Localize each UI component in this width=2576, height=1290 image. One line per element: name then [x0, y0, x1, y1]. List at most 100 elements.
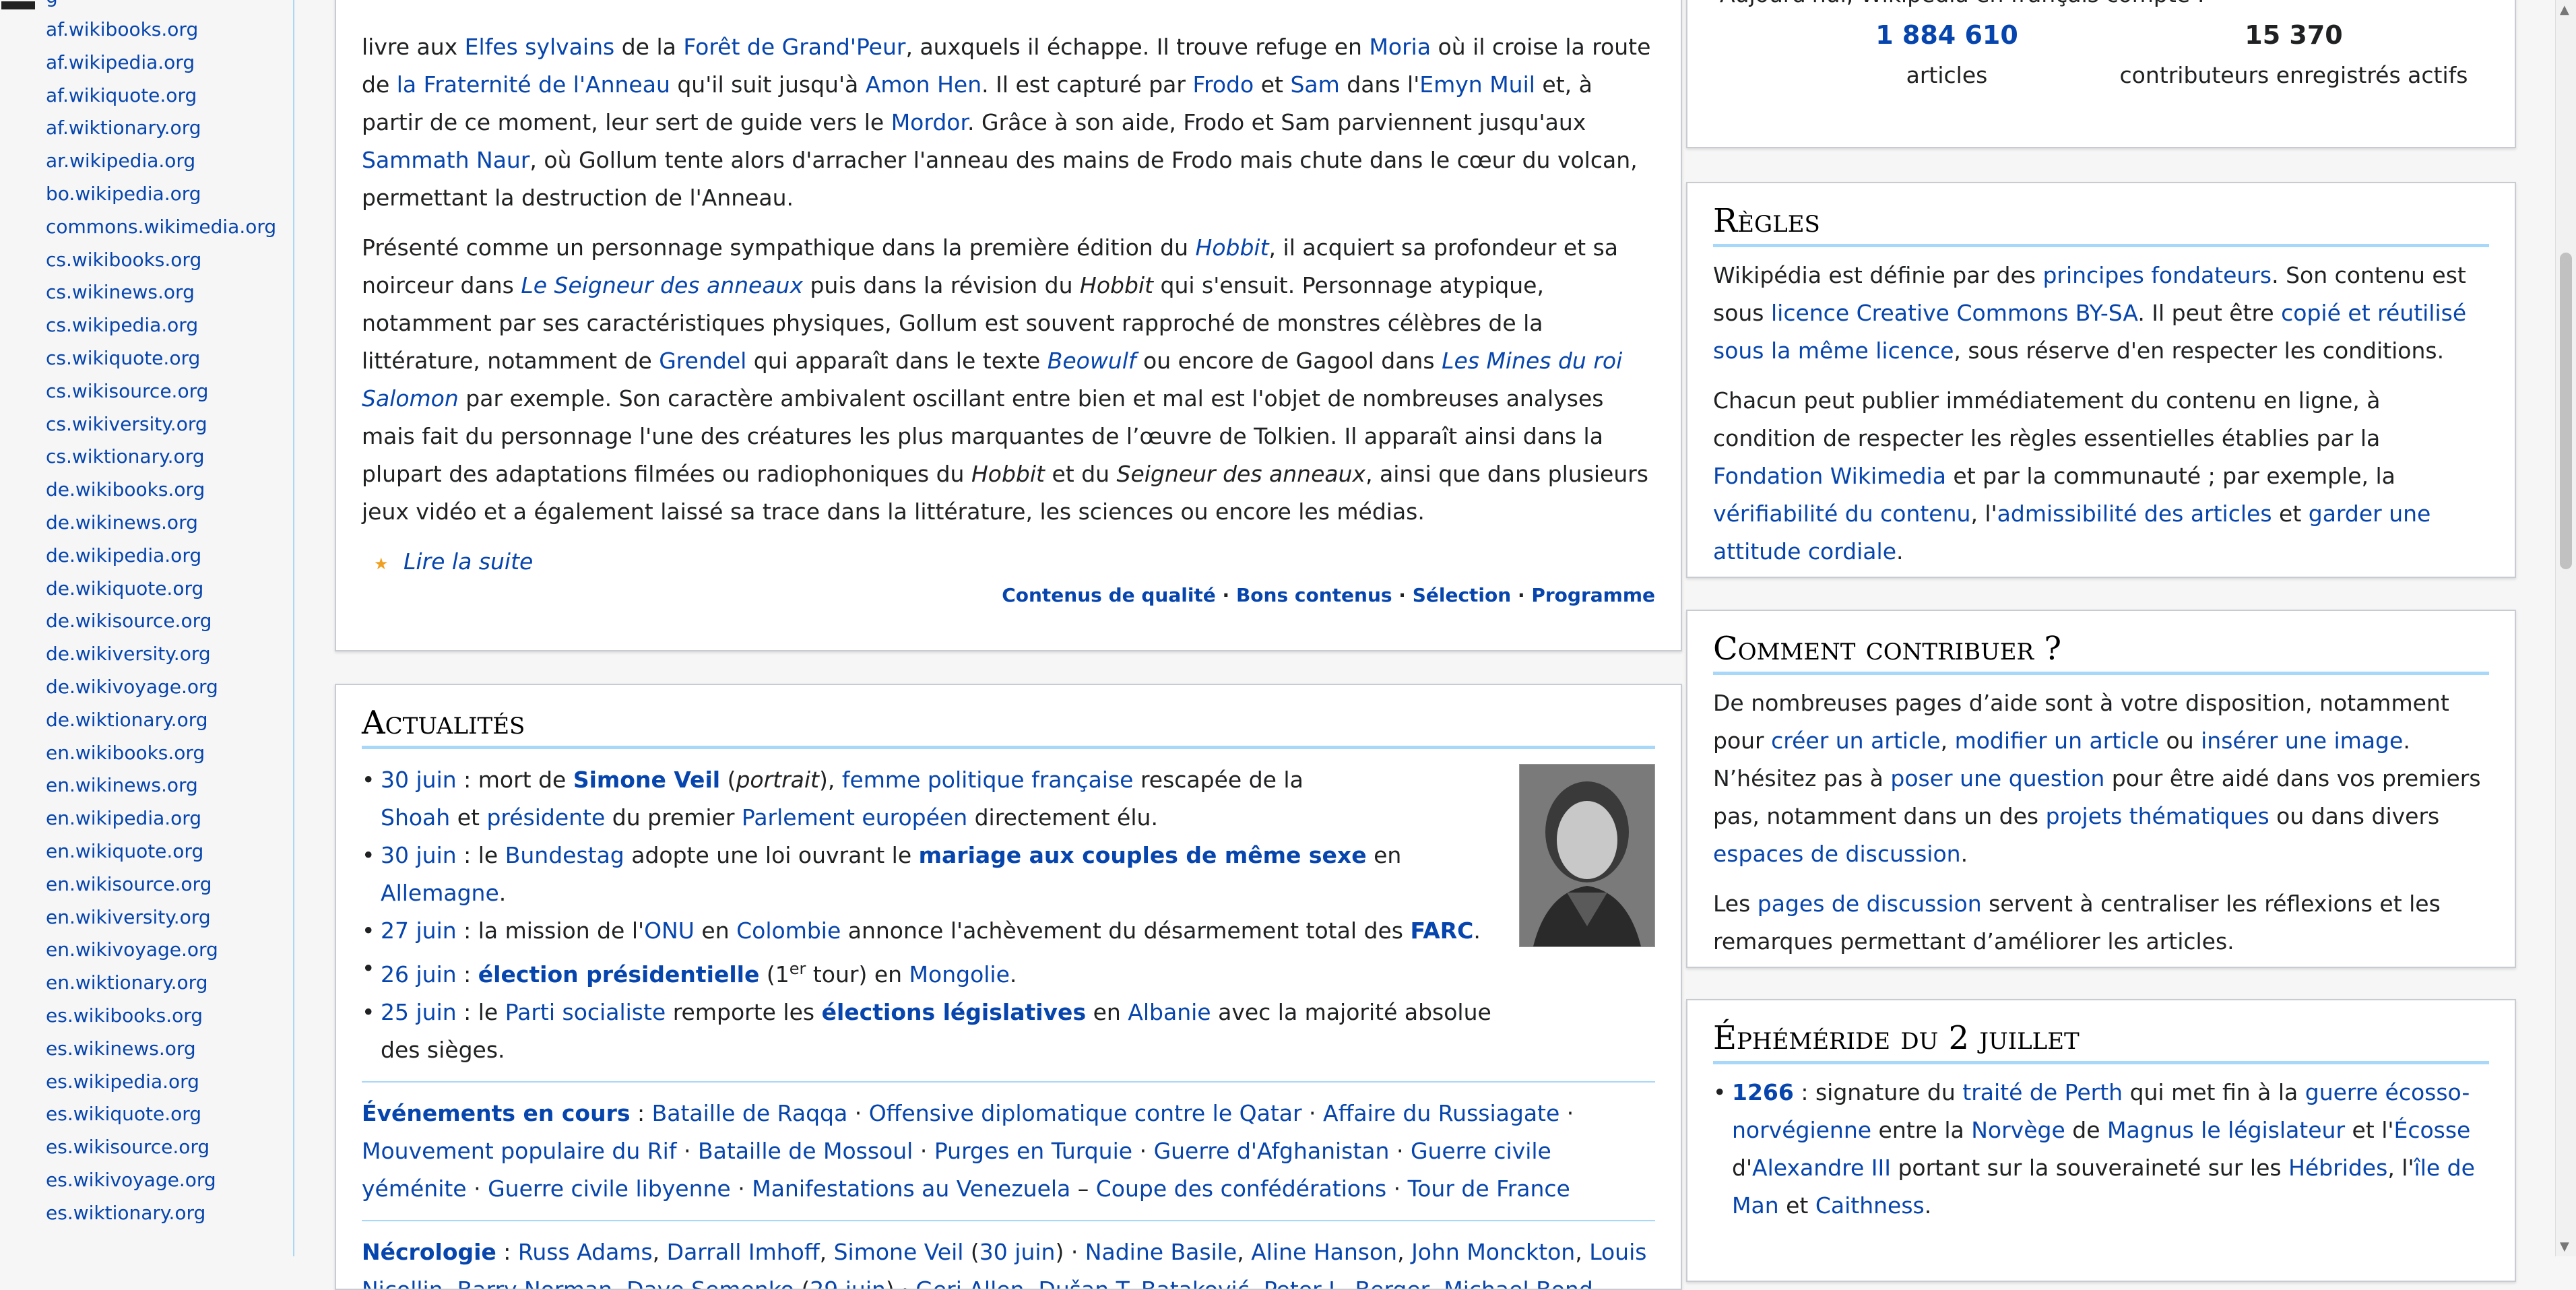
inline-link[interactable]: espaces de discussion — [1713, 841, 1961, 867]
inline-link[interactable]: admissibilité des articles — [1997, 501, 2272, 527]
sidebar-link[interactable]: cs.wiktionary.org — [46, 445, 204, 468]
inline-link[interactable]: 30 juin — [381, 842, 457, 868]
footer-link[interactable]: Programme — [1531, 584, 1655, 606]
inline-link[interactable]: Amon Hen — [866, 71, 981, 98]
sidebar-link[interactable]: commons.wikimedia.org — [46, 216, 276, 238]
inline-link[interactable]: Aline Hanson — [1251, 1239, 1397, 1265]
inline-link[interactable]: 26 juin — [381, 961, 457, 988]
sidebar-link[interactable]: en.wikivoyage.org — [46, 938, 218, 961]
scroll-up-icon[interactable]: ▲ — [2560, 3, 2569, 17]
inline-link[interactable]: Dušan T. Bataković — [1038, 1277, 1249, 1289]
inline-link[interactable]: modifier un article — [1955, 728, 2159, 754]
inline-link[interactable]: traité de Perth — [1962, 1079, 2123, 1105]
inline-link[interactable]: Simone Veil — [834, 1239, 964, 1265]
sidebar-link[interactable]: de.wikiquote.org — [46, 577, 203, 600]
inline-link[interactable]: projets thématiques — [2046, 803, 2269, 829]
inline-link[interactable]: 30 juin — [381, 767, 457, 793]
inline-link[interactable]: Moria — [1369, 34, 1431, 60]
scrollbar-thumb[interactable] — [2560, 253, 2572, 569]
inline-link[interactable]: mariage aux couples de même sexe — [919, 842, 1367, 868]
sidebar-link[interactable]: cs.wikisource.org — [46, 380, 208, 403]
inline-link[interactable]: Sammath Naur — [362, 147, 529, 173]
sidebar-link[interactable]: af.wiktionary.org — [46, 117, 201, 139]
inline-link[interactable]: Peter L. Berger — [1264, 1277, 1429, 1289]
read-more-link[interactable]: Lire la suite — [404, 548, 533, 575]
inline-link[interactable]: la Fraternité de l'Anneau — [397, 71, 670, 98]
sidebar-link[interactable]: de.wikiversity.org — [46, 643, 211, 666]
inline-link[interactable]: Michael Bond — [1444, 1277, 1593, 1289]
sidebar-link[interactable]: cs.wikiquote.org — [46, 347, 200, 370]
inline-link[interactable]: Purges en Turquie — [934, 1138, 1132, 1164]
sidebar-link[interactable]: af.wikiquote.org — [46, 84, 197, 107]
sidebar-link[interactable]: af.wikibooks.org — [46, 18, 198, 41]
inline-link[interactable]: Bataille de Raqqa — [652, 1100, 848, 1126]
inline-link[interactable]: Le Seigneur des anneaux — [521, 272, 803, 298]
inline-link[interactable]: Fondation Wikimedia — [1713, 463, 1946, 489]
inline-link[interactable]: Norvège — [1971, 1117, 2065, 1143]
inline-link[interactable]: Bataille de Mossoul — [698, 1138, 913, 1164]
inline-link[interactable]: femme politique française — [842, 767, 1134, 793]
inline-link[interactable]: Événements en cours — [362, 1100, 630, 1126]
inline-link[interactable]: Nadine Basile — [1085, 1239, 1237, 1265]
inline-link[interactable]: Dave Semenko — [626, 1277, 794, 1289]
sidebar-link[interactable]: cs.wikipedia.org — [46, 314, 198, 337]
scroll-down-icon[interactable]: ▼ — [2560, 1239, 2569, 1254]
sidebar-link[interactable]: de.wikibooks.org — [46, 478, 205, 501]
inline-link[interactable]: Allemagne — [381, 880, 499, 906]
inline-link[interactable]: élections législatives — [822, 999, 1087, 1025]
inline-link[interactable]: créer un article — [1771, 728, 1940, 754]
inline-link[interactable]: Albanie — [1128, 999, 1211, 1025]
inline-link[interactable]: Caithness — [1815, 1192, 1925, 1219]
sidebar-link[interactable]: en.wikisource.org — [46, 873, 212, 896]
sidebar-link[interactable]: es.wiktionary.org — [46, 1202, 205, 1225]
inline-link[interactable]: Parlement européen — [742, 804, 967, 831]
sidebar-link[interactable]: es.wikisource.org — [46, 1136, 210, 1159]
inline-link[interactable]: Hobbit — [1196, 234, 1269, 261]
sidebar-top-label[interactable]: g — [46, 0, 58, 7]
inline-link[interactable]: FARC — [1410, 917, 1473, 944]
inline-link[interactable]: Sam — [1290, 71, 1339, 98]
inline-link[interactable]: élection présidentielle — [478, 961, 760, 988]
sidebar-link[interactable]: af.wikipedia.org — [46, 51, 195, 74]
inline-link[interactable]: pages de discussion — [1758, 891, 1982, 917]
inline-link[interactable]: insérer une image — [2201, 728, 2403, 754]
inline-link[interactable]: Colombie — [736, 917, 841, 944]
inline-link[interactable]: licence Creative Commons BY-SA — [1771, 300, 2137, 326]
sidebar-link[interactable]: de.wiktionary.org — [46, 709, 208, 732]
sidebar-link[interactable]: es.wikibooks.org — [46, 1004, 203, 1027]
inline-link[interactable]: Offensive diplomatique contre le Qatar — [869, 1100, 1302, 1126]
inline-link[interactable]: principes fondateurs — [2042, 262, 2272, 288]
inline-link[interactable]: 27 juin — [381, 917, 457, 944]
inline-link[interactable]: Coupe des confédérations — [1096, 1175, 1386, 1202]
sidebar-link[interactable]: es.wikinews.org — [46, 1037, 196, 1060]
sidebar-link[interactable]: en.wikibooks.org — [46, 742, 205, 765]
inline-link[interactable]: ONU — [644, 917, 695, 944]
inline-link[interactable]: Elfes sylvains — [465, 34, 615, 60]
sidebar-link[interactable]: es.wikiquote.org — [46, 1103, 201, 1126]
sidebar-link[interactable]: cs.wikinews.org — [46, 281, 195, 304]
inline-link[interactable]: Tour de France — [1408, 1175, 1570, 1202]
sidebar-link[interactable]: es.wikipedia.org — [46, 1070, 199, 1093]
sidebar-link[interactable]: de.wikipedia.org — [46, 544, 201, 567]
sidebar-link[interactable]: cs.wikiversity.org — [46, 413, 207, 436]
footer-link[interactable]: Bons contenus — [1236, 584, 1392, 606]
inline-link[interactable]: Frodo — [1192, 71, 1254, 98]
sidebar-link[interactable]: ar.wikipedia.org — [46, 150, 195, 172]
inline-link[interactable]: Nécrologie — [362, 1239, 496, 1265]
inline-link[interactable]: Simone Veil — [573, 767, 720, 793]
inline-link[interactable]: Bundestag — [505, 842, 624, 868]
inline-link[interactable]: 1266 — [1732, 1079, 1794, 1105]
footer-link[interactable]: Sélection — [1413, 584, 1512, 606]
sidebar-link[interactable]: en.wiktionary.org — [46, 971, 207, 994]
inline-link[interactable]: Manifestations au Venezuela — [752, 1175, 1070, 1202]
sidebar-link[interactable]: en.wikiquote.org — [46, 840, 203, 863]
inline-link[interactable]: Darrall Imhoff — [667, 1239, 820, 1265]
footer-link[interactable]: Contenus de qualité — [1002, 584, 1216, 606]
sidebar-link[interactable]: en.wikinews.org — [46, 774, 198, 797]
inline-link[interactable]: 30 juin — [979, 1239, 1056, 1265]
inline-link[interactable]: Magnus le législateur — [2107, 1117, 2345, 1143]
inline-link[interactable]: Mouvement populaire du Rif — [362, 1138, 676, 1164]
inline-link[interactable]: Beowulf — [1048, 348, 1136, 374]
inline-link[interactable]: Parti socialiste — [505, 999, 666, 1025]
inline-link[interactable]: Shoah — [381, 804, 450, 831]
